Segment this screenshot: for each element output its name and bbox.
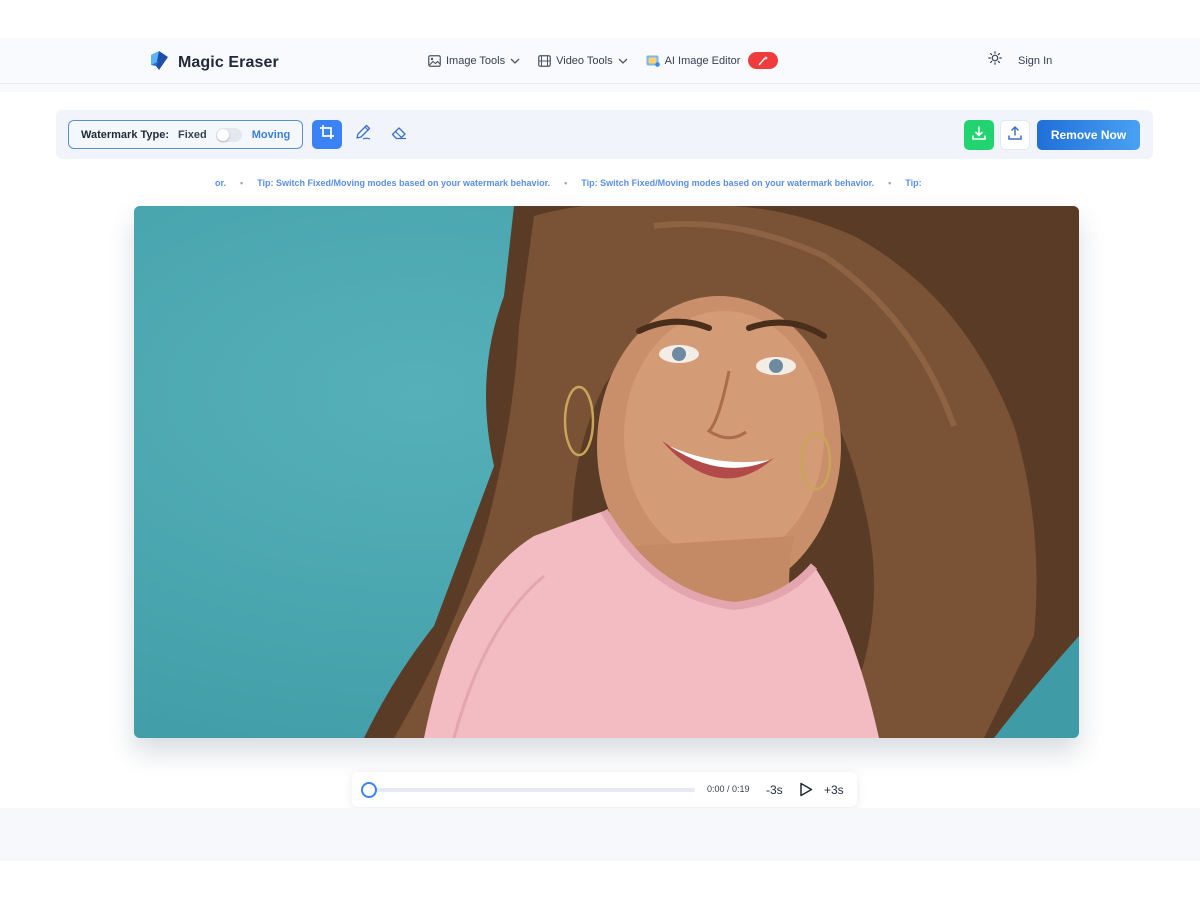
ticker-tip: Tip: Switch Fixed/Moving modes based on …: [581, 178, 875, 188]
play-button[interactable]: [799, 782, 813, 797]
new-badge: [748, 52, 779, 69]
ticker-separator: •: [564, 178, 568, 188]
film-icon: [538, 54, 551, 67]
pen-icon: [354, 123, 372, 146]
footer-band: [0, 808, 1200, 861]
editor-toolbar: Watermark Type: Fixed Moving Remove Now: [56, 110, 1153, 159]
ticker-separator: •: [888, 178, 892, 188]
remove-now-button[interactable]: Remove Now: [1037, 120, 1140, 150]
eraser-icon: [390, 124, 408, 146]
nav-video-tools-label: Video Tools: [556, 54, 613, 67]
play-icon: [799, 782, 813, 801]
video-preview[interactable]: [134, 206, 1079, 738]
nav-image-tools-label: Image Tools: [446, 54, 506, 67]
image-icon: [428, 54, 441, 67]
crop-icon: [319, 124, 335, 145]
watermark-type-switch[interactable]: Watermark Type: Fixed Moving: [68, 120, 303, 149]
upload-button[interactable]: [1000, 120, 1030, 150]
fixed-option[interactable]: Fixed: [178, 129, 207, 141]
ticker-tail: Tip:: [905, 178, 922, 188]
top-header: Magic Eraser Image Tools Video Tools AI …: [0, 38, 1200, 84]
watermark-mode-toggle[interactable]: [215, 127, 242, 142]
playback-controls: 0:00 / 0:19 -3s +3s: [352, 772, 857, 807]
sign-in-link[interactable]: Sign In: [1018, 55, 1052, 67]
progress-thumb[interactable]: [361, 782, 377, 798]
watermark-type-label: Watermark Type:: [81, 128, 170, 141]
crop-tool-button[interactable]: [312, 120, 342, 149]
nav-ai-image-editor[interactable]: AI Image Editor: [646, 52, 779, 69]
nav-video-tools[interactable]: Video Tools: [538, 54, 628, 67]
nav-ai-image-editor-label: AI Image Editor: [664, 54, 741, 67]
preview-photo: [134, 206, 1079, 738]
toggle-knob: [216, 128, 229, 141]
upload-icon: [1007, 125, 1023, 146]
progress-track[interactable]: [369, 788, 695, 792]
header-band: [0, 84, 1200, 92]
brush-tool-button[interactable]: [348, 120, 378, 149]
main-nav: Image Tools Video Tools AI Image Editor: [428, 52, 779, 69]
moving-option[interactable]: Moving: [252, 129, 291, 141]
magic-wand-icon: [757, 55, 769, 66]
ticker-tip: Tip: Switch Fixed/Moving modes based on …: [257, 178, 551, 188]
chevron-down-icon: [510, 58, 520, 64]
nav-image-tools[interactable]: Image Tools: [428, 55, 520, 67]
time-display: 0:00 / 0:19: [707, 784, 750, 794]
skip-forward-button[interactable]: +3s: [824, 783, 844, 797]
sun-icon[interactable]: [988, 51, 1002, 70]
skip-back-button[interactable]: -3s: [766, 783, 783, 797]
ticker-lead: or.: [215, 178, 227, 188]
ai-editor-icon: [646, 54, 660, 67]
header-actions: Sign In: [988, 51, 1052, 70]
download-icon: [971, 125, 987, 146]
ticker-separator: •: [240, 178, 244, 188]
logo[interactable]: Magic Eraser: [148, 49, 279, 76]
tip-ticker: or. • Tip: Switch Fixed/Moving modes based…: [215, 178, 995, 190]
app-title: Magic Eraser: [178, 53, 279, 71]
chevron-down-icon: [618, 58, 628, 64]
eraser-tool-button[interactable]: [384, 120, 414, 149]
logo-icon: [148, 49, 170, 76]
download-button[interactable]: [964, 120, 994, 150]
